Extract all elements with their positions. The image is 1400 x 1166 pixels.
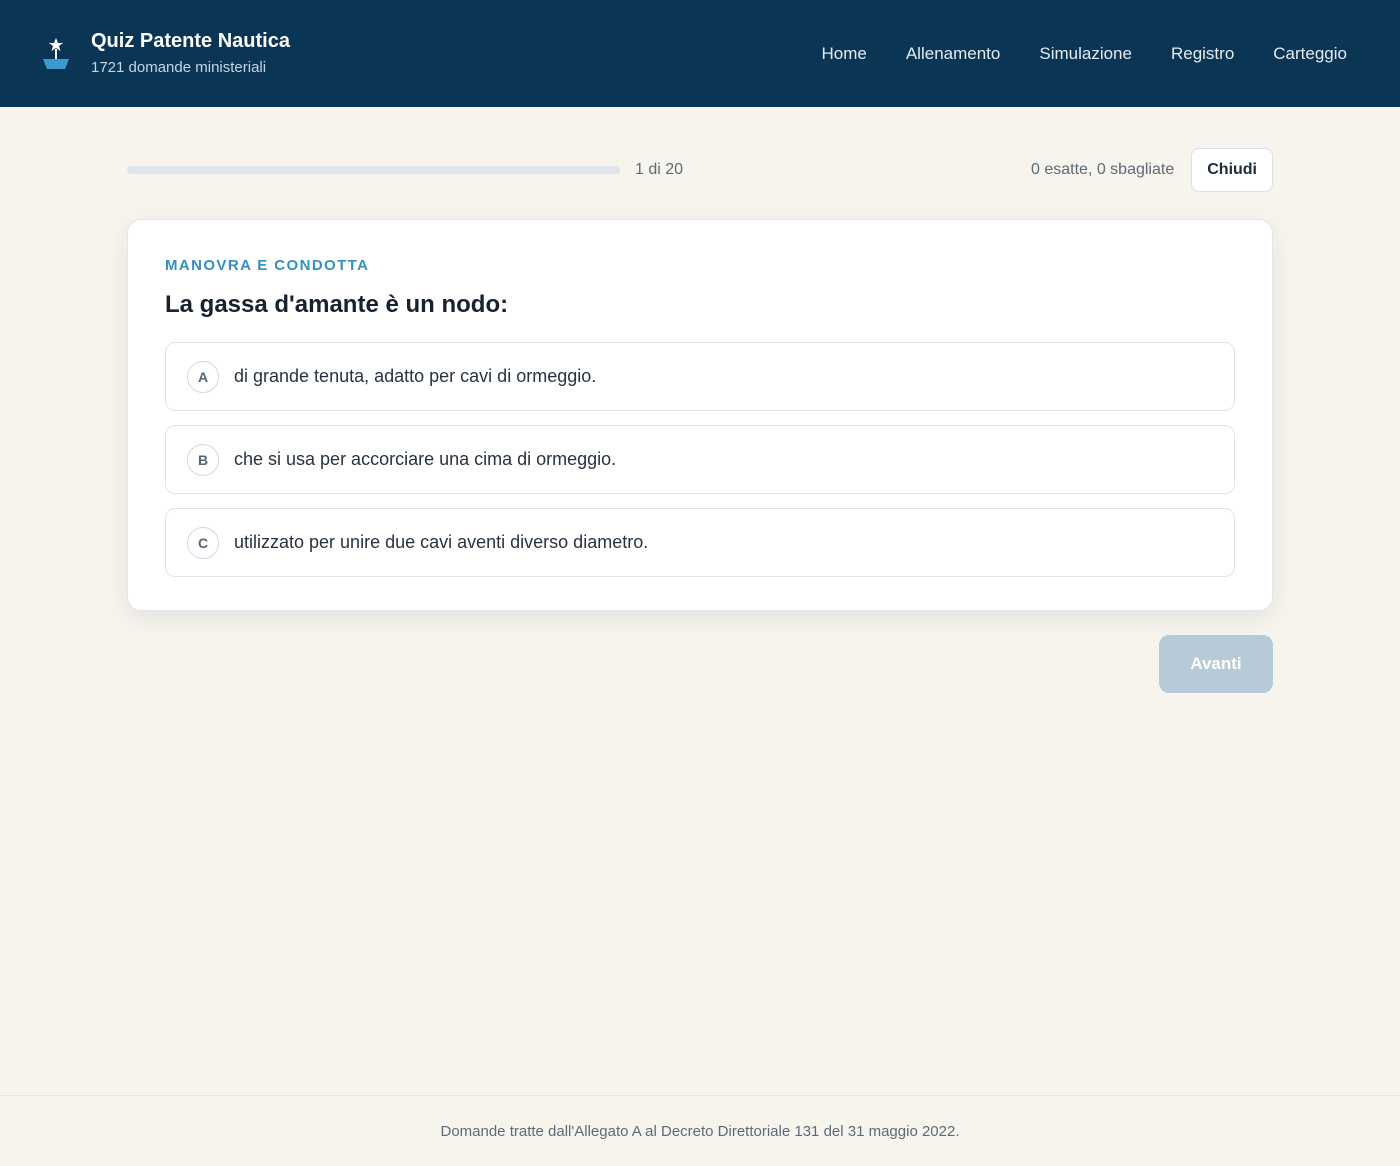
main-nav: Home Allenamento Simulazione Registro Ca…	[802, 42, 1358, 66]
brand: Quiz Patente Nautica 1721 domande minist…	[91, 29, 290, 78]
nav-item-registro[interactable]: Registro	[1151, 42, 1253, 66]
close-button[interactable]: Chiudi	[1191, 148, 1273, 192]
option-text: che si usa per accorciare una cima di or…	[234, 449, 617, 469]
nav-item-allenamento[interactable]: Allenamento	[886, 42, 1020, 66]
option-letter-badge: A	[187, 360, 219, 393]
page-footer: Domande tratte dall'Allegato A al Decret…	[0, 1095, 1400, 1166]
nav-item-carteggio[interactable]: Carteggio	[1254, 42, 1358, 66]
option-text: di grande tenuta, adatto per cavi di orm…	[234, 366, 597, 386]
option-text: utilizzato per unire due cavi aventi div…	[234, 532, 649, 552]
app-title[interactable]: Quiz Patente Nautica	[91, 29, 290, 53]
boat-icon[interactable]	[42, 37, 70, 71]
quiz-progress-row: 1 di 20 0 esatte, 0 sbagliate Chiudi	[127, 148, 1273, 192]
question-card: MANOVRA E CONDOTTA La gassa d'amante è u…	[127, 219, 1273, 611]
option-letter-badge: B	[187, 443, 219, 476]
option-letter-badge: C	[187, 526, 219, 559]
next-button[interactable]: Avanti	[1159, 635, 1273, 693]
answer-option-a[interactable]: A di grande tenuta, adatto per cavi di o…	[165, 342, 1235, 411]
answer-options: A di grande tenuta, adatto per cavi di o…	[165, 342, 1235, 577]
progress-counter: 1 di 20	[635, 161, 684, 178]
app-subtitle: 1721 domande ministeriali	[91, 59, 267, 76]
app-header: Quiz Patente Nautica 1721 domande minist…	[0, 0, 1400, 107]
answer-option-b[interactable]: B che si usa per accorciare una cima di …	[165, 425, 1235, 494]
answer-option-c[interactable]: C utilizzato per unire due cavi aventi d…	[165, 508, 1235, 577]
question-category: MANOVRA E CONDOTTA	[165, 257, 370, 274]
nav-item-simulazione[interactable]: Simulazione	[1020, 42, 1152, 66]
progress-bar	[127, 166, 620, 174]
nav-item-home[interactable]: Home	[802, 42, 886, 66]
footer-source-note: Domande tratte dall'Allegato A al Decret…	[440, 1122, 960, 1140]
score-summary: 0 esatte, 0 sbagliate	[1031, 161, 1175, 178]
question-text: La gassa d'amante è un nodo:	[165, 291, 509, 318]
